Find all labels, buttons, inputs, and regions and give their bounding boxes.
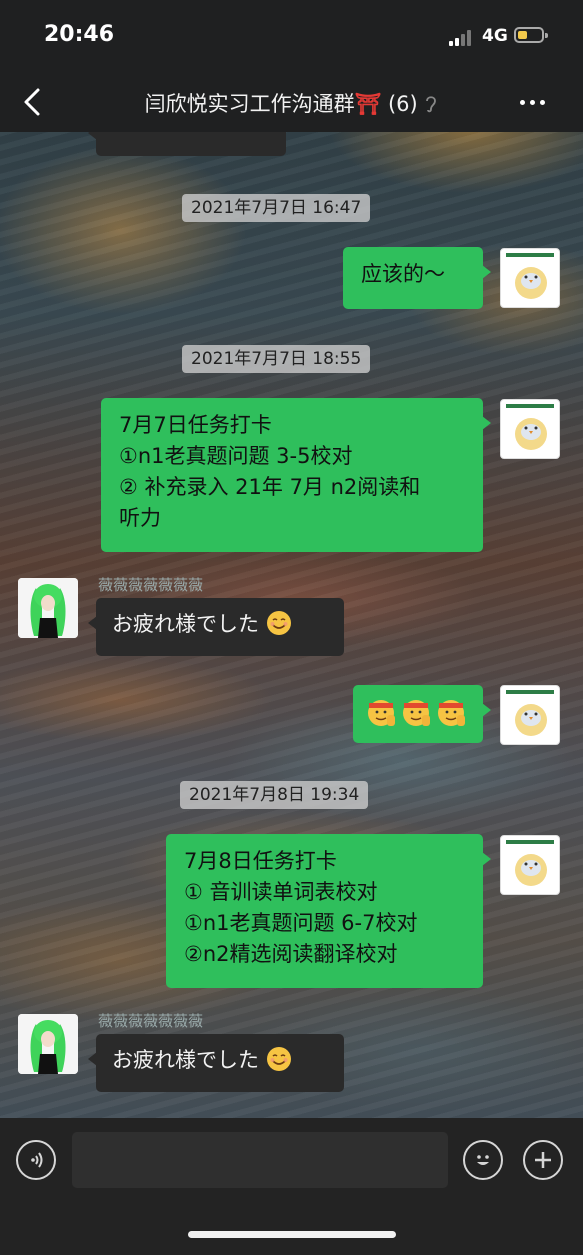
message-line: ②n2精选阅读翻译校对 [184,942,398,966]
chick-avatar-image [506,404,554,450]
timestamp: 2021年7月7日 16:47 [182,194,371,222]
message-bubble-mine[interactable] [353,685,491,743]
sender-name: 薇薇薇薇薇薇薇 [98,576,204,594]
message-line: ① 音训读单词表校对 [184,880,378,904]
message-bubble-other[interactable]: お疲れ様でした [88,598,344,656]
message-line: 7月7日任务打卡 [119,413,272,437]
message-line: 7月8日任务打卡 [184,849,337,873]
green-hair-avatar-image [18,578,78,638]
signal-icon [449,30,471,46]
status-time: 20:46 [44,22,115,47]
sender-avatar[interactable] [18,1014,78,1074]
torii-emoji: ⛩ [354,92,382,116]
message-line: ①n1老真题问题 6-7校对 [184,911,418,935]
sender-name: 薇薇薇薇薇薇薇 [98,1012,204,1030]
message-input[interactable] [72,1132,448,1188]
message-bubble-mine[interactable]: 应该的～ [343,247,491,309]
home-indicator[interactable] [188,1231,396,1238]
timestamp: 2021年7月7日 18:55 [182,345,371,373]
more-functions-button[interactable] [523,1140,563,1180]
my-avatar[interactable] [500,685,560,745]
chick-avatar-image [506,840,554,886]
plus-icon [535,1152,551,1168]
top-bar: 20:46 4G 闫欣悦实习工作沟通群⛩ (6) [0,0,583,132]
message-line: ①n1老真题问题 3-5校对 [119,444,353,468]
timestamp: 2021年7月8日 19:34 [180,781,369,809]
emoji-button[interactable] [463,1140,503,1180]
green-hair-avatar-image [18,1014,78,1074]
voice-icon [31,1152,43,1168]
message-line: 听力 [119,506,161,530]
battery-icon [514,27,548,43]
message-text: 应该的～ [361,262,445,286]
group-name: 闫欣悦实习工作沟通群 [144,92,355,116]
more-dot-icon [520,99,525,105]
message-bubble-other[interactable]: お疲れ様でした [88,1034,344,1092]
network-type: 4G [482,26,508,46]
my-avatar[interactable] [500,248,560,308]
chat-title: 闫欣悦实习工作沟通群⛩ (6) [0,88,583,118]
message-text: お疲れ様でした [112,612,259,636]
message-text: お疲れ様でした [112,1048,259,1072]
member-count: (6) [387,92,418,116]
ear-icon [426,96,437,113]
smiling-face-emoji-icon [266,611,291,635]
smiling-face-emoji-icon [266,1047,291,1071]
chick-avatar-image [506,690,554,736]
sender-avatar[interactable] [18,578,78,638]
emoji-icon [477,1155,489,1165]
more-options-button[interactable] [520,90,556,114]
message-bubble-mine[interactable]: 7月7日任务打卡 ①n1老真题问题 3-5校对 ② 补充录入 21年 7月 n2… [101,398,491,552]
message-bubble-mine[interactable]: 7月8日任务打卡 ① 音训读单词表校对 ①n1老真题问题 6-7校对 ②n2精选… [166,834,491,988]
saluting-face-emoji-icon [368,700,465,726]
chick-avatar-image [506,253,554,299]
message-line: ② 补充录入 21年 7月 n2阅读和 [119,475,421,499]
my-avatar[interactable] [500,399,560,459]
my-avatar[interactable] [500,835,560,895]
voice-button[interactable] [16,1140,56,1180]
